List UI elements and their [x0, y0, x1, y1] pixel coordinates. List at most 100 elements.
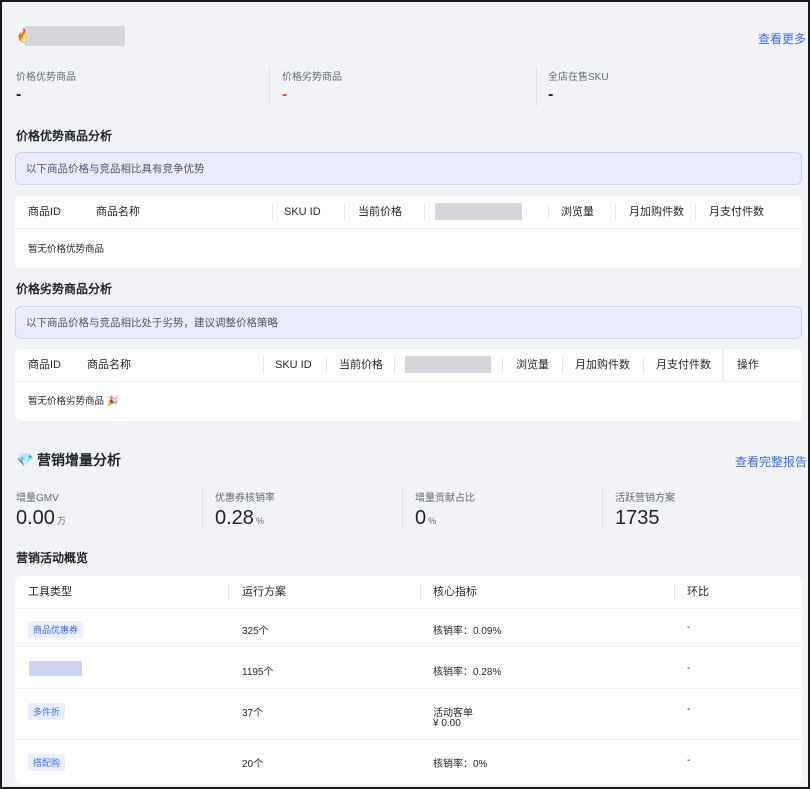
col-divider — [695, 204, 696, 220]
divider — [202, 489, 203, 529]
col-header: 月加购件数 — [629, 206, 684, 218]
divider — [269, 68, 270, 106]
col-header: 工具类型 — [28, 586, 72, 598]
col-header: 浏览量 — [516, 359, 549, 371]
overview-title: 营销活动概览 — [16, 551, 89, 565]
col-header: 核心指标 — [433, 586, 477, 598]
stat-value-disadvantage: - — [282, 86, 288, 103]
col-header: 环比 — [687, 586, 709, 598]
advantage-title: 价格优势商品分析 — [16, 129, 113, 143]
col-divider — [615, 204, 616, 220]
tool-tag-redacted — [29, 661, 82, 676]
col-header: 商品名称 — [96, 206, 140, 218]
divider — [536, 68, 537, 106]
metric-cell-sub: ¥ 0.00 — [433, 718, 461, 729]
metric-active: 1735 — [615, 507, 660, 530]
metric-label-coupon: 优惠券核销率 — [215, 493, 275, 504]
overview-table: 工具类型 运行方案 核心指标 环比 商品优惠券 325个 核销率：0.09% -… — [15, 576, 802, 784]
row-separator — [15, 646, 802, 647]
metric-label-contribution: 增量贡献占比 — [415, 493, 475, 504]
col-divider — [420, 584, 421, 600]
metric-value-active: 1735 — [615, 507, 660, 529]
fixed-column-shadow — [722, 349, 724, 381]
table-row: 商品优惠券 — [28, 620, 84, 638]
full-report-link[interactable]: 查看完整报告 — [735, 453, 807, 470]
table-row: 多件折 — [28, 702, 66, 720]
header-separator — [15, 228, 802, 229]
col-header: 月支付件数 — [656, 359, 711, 371]
metric-value-gmv: 0.00 — [16, 507, 55, 529]
plans-cell: 325个 — [242, 626, 269, 637]
col-divider — [263, 357, 264, 373]
stat-label-disadvantage: 价格劣势商品 — [282, 72, 342, 83]
col-divider — [272, 204, 273, 220]
metric-label-gmv: 增量GMV — [16, 493, 59, 504]
col-header: 商品名称 — [87, 359, 131, 371]
stat-label-advantage: 价格优势商品 — [16, 72, 76, 83]
metric-contribution: 0% — [415, 507, 436, 530]
advantage-banner-text: 以下商品价格与竞品相比具有竞争优势 — [26, 163, 205, 175]
plans-cell: 1195个 — [242, 667, 274, 678]
page-panel: 🔥 查看更多 价格优势商品 - 价格劣势商品 - 全店在售SKU - 价格优势商… — [2, 2, 808, 787]
col-header: 商品ID — [28, 206, 61, 218]
header-separator — [15, 608, 802, 609]
col-header: 月支付件数 — [709, 206, 764, 218]
metric-cell: 核销率：0% — [433, 759, 488, 770]
plans-cell: 37个 — [242, 708, 264, 719]
disadvantage-banner: 以下商品价格与竞品相比处于劣势，建议调整价格策略 — [15, 306, 802, 339]
view-more-link[interactable]: 查看更多 — [758, 30, 806, 47]
disadvantage-banner-text: 以下商品价格与竞品相比处于劣势，建议调整价格策略 — [26, 317, 278, 329]
col-header: 当前价格 — [358, 206, 402, 218]
advantage-empty: 暂无价格优势商品 — [28, 244, 105, 255]
col-divider — [643, 357, 644, 373]
col-divider — [344, 204, 345, 220]
disadvantage-empty: 暂无价格劣势商品 🎉 — [28, 396, 119, 407]
col-divider — [562, 357, 563, 373]
stat-label-sku: 全店在售SKU — [548, 72, 609, 83]
metric-cell: 活动客单 — [433, 708, 473, 719]
competitor-price-header-redacted — [405, 356, 491, 373]
disadvantage-title: 价格劣势商品分析 — [16, 282, 113, 296]
ratio-cell: - — [687, 663, 691, 674]
col-divider — [326, 357, 327, 373]
col-header: SKU ID — [275, 359, 312, 371]
marketing-title: 营销增量分析 — [37, 452, 121, 468]
col-header: 浏览量 — [561, 206, 594, 218]
stat-value-sku: - — [548, 86, 554, 103]
col-divider — [394, 357, 395, 373]
table-row: 搭配购 — [28, 753, 66, 771]
ratio-cell: - — [687, 755, 691, 766]
col-divider — [548, 204, 549, 220]
col-header: 月加购件数 — [575, 359, 630, 371]
disadvantage-table: 商品ID 商品名称 SKU ID 当前价格 浏览量 月加购件数 月支付件数 操作… — [15, 349, 802, 421]
ratio-cell: - — [687, 622, 691, 633]
metric-unit-gmv: 万 — [56, 516, 66, 526]
stat-value-advantage: - — [16, 86, 22, 103]
metric-coupon: 0.28% — [215, 507, 264, 530]
col-header: 运行方案 — [242, 586, 286, 598]
col-header: 操作 — [737, 359, 759, 371]
row-separator — [15, 739, 802, 740]
row-separator — [15, 688, 802, 689]
plans-cell: 20个 — [242, 759, 264, 770]
metric-label-active: 活跃营销方案 — [615, 493, 675, 504]
divider — [402, 489, 403, 529]
metric-cell: 核销率：0.28% — [433, 667, 502, 678]
col-divider — [674, 584, 675, 600]
metric-cell: 核销率：0.09% — [433, 626, 502, 637]
competitor-price-header-redacted — [435, 203, 522, 220]
tool-tag: 商品优惠券 — [28, 621, 84, 638]
diamond-icon: 💎 — [16, 452, 34, 468]
advantage-table: 商品ID 商品名称 SKU ID 当前价格 浏览量 月加购件数 月支付件数 暂无… — [15, 196, 802, 268]
col-divider — [424, 204, 425, 220]
col-divider — [228, 584, 229, 600]
col-header: 当前价格 — [339, 359, 383, 371]
metric-unit-contribution: % — [428, 516, 437, 526]
advantage-banner: 以下商品价格与竞品相比具有竞争优势 — [15, 152, 802, 185]
metric-gmv: 0.00 万 — [16, 507, 66, 530]
tool-tag: 搭配购 — [28, 754, 66, 771]
col-header: SKU ID — [284, 206, 321, 218]
header-separator — [15, 381, 802, 382]
store-name-redacted — [25, 26, 125, 46]
tool-tag: 多件折 — [28, 703, 66, 720]
